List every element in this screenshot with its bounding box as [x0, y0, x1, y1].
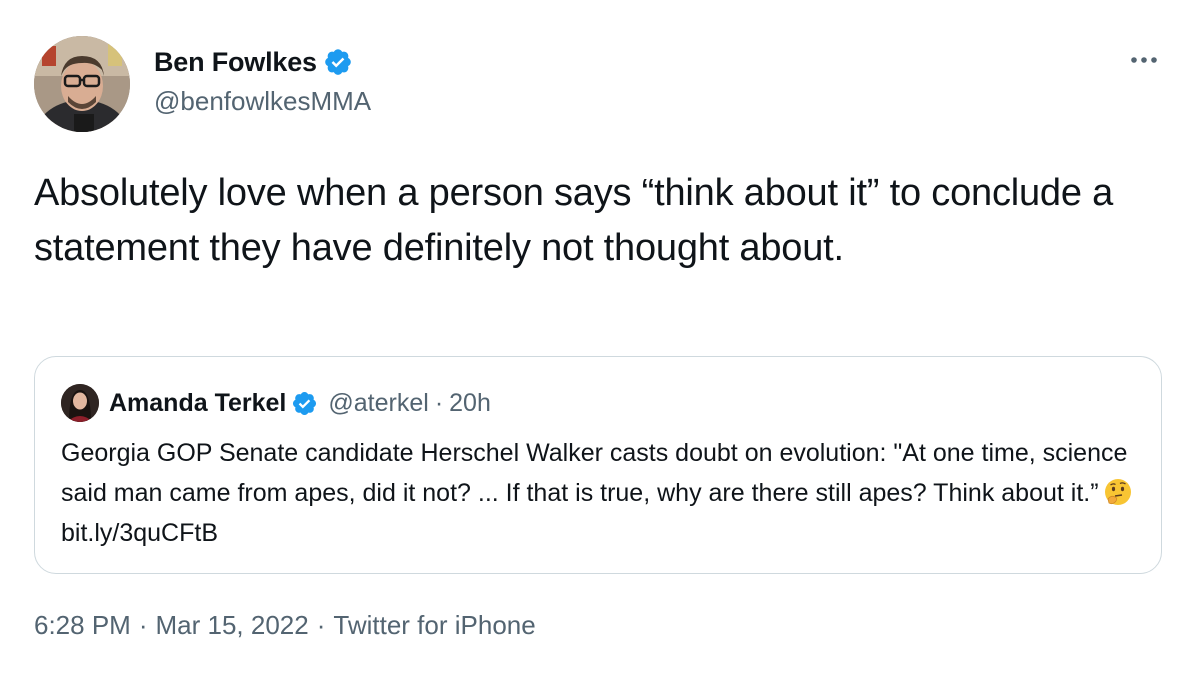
author-handle[interactable]: @benfowlkesMMA	[154, 86, 371, 117]
thinking-face-icon	[1103, 477, 1133, 507]
quoted-link[interactable]: bit.ly/3quCFtB	[61, 519, 218, 547]
author-display-name[interactable]: Ben Fowlkes	[154, 47, 317, 78]
quoted-text: Georgia GOP Senate candidate Herschel Wa…	[61, 439, 1128, 507]
tweet-meta: 6:28 PM · Mar 15, 2022 · Twitter for iPhone	[34, 610, 536, 641]
quoted-verified-badge-icon	[291, 390, 318, 417]
quoted-author-avatar	[61, 384, 99, 422]
meta-separator: ·	[138, 610, 148, 640]
author-name-row: Ben Fowlkes	[154, 44, 371, 80]
quoted-tweet-header: Amanda Terkel @aterkel · 20h	[61, 383, 491, 423]
author-header: Ben Fowlkes @benfowlkesMMA	[154, 44, 371, 117]
tweet-text: Absolutely love when a person says “thin…	[34, 172, 1114, 269]
quoted-author-handle: @aterkel	[328, 388, 429, 417]
quoted-separator: ·	[434, 388, 444, 417]
more-horizontal-icon	[1130, 51, 1158, 69]
verified-badge-icon	[323, 47, 353, 77]
more-options-button[interactable]	[1126, 48, 1162, 72]
quoted-timestamp: 20h	[449, 388, 491, 417]
author-avatar[interactable]	[34, 36, 130, 132]
tweet-card: Ben Fowlkes @benfowlkesMMA Absolutely lo…	[0, 0, 1198, 676]
meta-separator: ·	[316, 610, 326, 640]
quoted-tweet[interactable]: Amanda Terkel @aterkel · 20h Georgia GOP…	[34, 356, 1162, 574]
quoted-author-name: Amanda Terkel	[109, 388, 287, 417]
tweet-date[interactable]: Mar 15, 2022	[156, 610, 309, 640]
tweet-time[interactable]: 6:28 PM	[34, 610, 131, 640]
tweet-source[interactable]: Twitter for iPhone	[333, 610, 535, 640]
quoted-tweet-text: Georgia GOP Senate candidate Herschel Wa…	[61, 433, 1141, 553]
